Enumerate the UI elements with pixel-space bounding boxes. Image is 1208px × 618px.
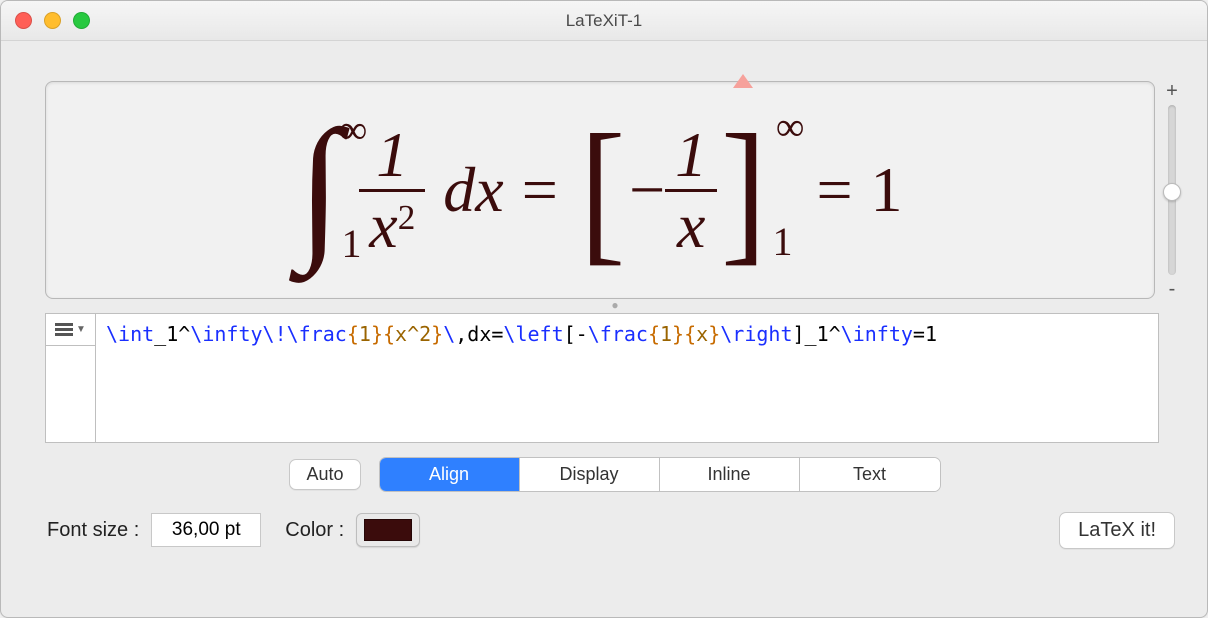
mode-tab-text[interactable]: Text [800, 458, 940, 491]
preview-box[interactable]: ∫ ∞ 1 1 x2 dx = [ − [45, 81, 1155, 299]
zoom-in-button[interactable]: + [1166, 81, 1178, 101]
source-token: \ [443, 322, 455, 346]
baseline-marker-icon [733, 74, 753, 88]
source-token: _1^ [154, 322, 190, 346]
chevron-down-icon: ▼ [76, 324, 86, 335]
app-window: LaTeXiT-1 ∫ ∞ 1 1 x2 [0, 0, 1208, 618]
mode-tab-align[interactable]: Align [380, 458, 520, 491]
window-controls [15, 12, 90, 29]
fraction-2: 1 x [665, 121, 717, 260]
source-token: ]_1^ [792, 322, 840, 346]
editor-gutter: ▼ [46, 314, 96, 442]
source-token: \left [503, 322, 563, 346]
titlebar: LaTeXiT-1 [1, 1, 1207, 41]
bottom-bar: Font size : Color : LaTeX it! [45, 492, 1185, 568]
source-token: =1 [913, 322, 937, 346]
preview-row: ∫ ∞ 1 1 x2 dx = [ − [45, 81, 1185, 299]
source-token: 1 [660, 322, 672, 346]
source-token: 1 [359, 322, 371, 346]
splitter-handle[interactable]: ● [45, 299, 1185, 313]
source-token: ,dx= [455, 322, 503, 346]
source-token: \infty [841, 322, 913, 346]
fraction-1-den: x2 [359, 192, 425, 260]
fraction-2-den: x [667, 192, 715, 260]
integral-lower-limit: 1 [341, 224, 361, 264]
zoom-slider-thumb[interactable] [1163, 183, 1181, 201]
source-token: x^2 [395, 322, 431, 346]
mode-tab-inline[interactable]: Inline [660, 458, 800, 491]
font-size-label: Font size : [47, 519, 139, 542]
fraction-2-num: 1 [665, 121, 717, 189]
source-token: \infty\!\frac [190, 322, 347, 346]
menu-icon [55, 321, 73, 338]
zoom-window-button[interactable] [73, 12, 90, 29]
source-token: } [431, 322, 443, 346]
integral-sign-icon: ∫ [297, 97, 341, 275]
fraction-1: 1 x2 [359, 121, 425, 260]
mode-tab-display[interactable]: Display [520, 458, 660, 491]
color-well[interactable] [356, 513, 420, 547]
source-token: } [708, 322, 720, 346]
left-bracket-icon: [ [580, 126, 625, 254]
source-token: { [347, 322, 359, 346]
source-token: [- [564, 322, 588, 346]
source-token: \int [106, 322, 154, 346]
rendered-equation: ∫ ∞ 1 1 x2 dx = [ − [297, 110, 902, 270]
color-label: Color : [285, 519, 344, 542]
equals-1: = [522, 158, 558, 222]
close-window-button[interactable] [15, 12, 32, 29]
fraction-1-num: 1 [366, 121, 418, 189]
dx: dx [443, 158, 503, 222]
source-textarea[interactable]: \int_1^\infty\!\frac{1}{x^2}\,dx=\left[-… [96, 314, 1158, 442]
source-token: \frac [588, 322, 648, 346]
fraction-1-den-base: x [369, 190, 397, 261]
source-token: x [696, 322, 708, 346]
mode-row: Auto AlignDisplayInlineText [45, 457, 1185, 492]
zoom-slider-track[interactable] [1168, 105, 1176, 275]
right-bracket-icon: ] [721, 126, 766, 254]
window-title: LaTeXiT-1 [1, 11, 1207, 31]
editor-menu-button[interactable]: ▼ [46, 314, 95, 346]
source-token: { [648, 322, 660, 346]
source-token: \right [720, 322, 792, 346]
result-value: 1 [871, 158, 903, 222]
bracket-expression: [ − 1 x ] ∞ 1 [576, 121, 771, 260]
minus-sign: − [629, 158, 665, 222]
source-token: }{ [672, 322, 696, 346]
zoom-out-button[interactable]: - [1169, 279, 1176, 299]
content-area: ∫ ∞ 1 1 x2 dx = [ − [1, 41, 1207, 617]
auto-button[interactable]: Auto [289, 459, 360, 490]
source-token: }{ [371, 322, 395, 346]
fraction-1-den-exp: 2 [398, 198, 416, 237]
integral-upper-limit: ∞ [339, 110, 368, 150]
source-editor: ▼ \int_1^\infty\!\frac{1}{x^2}\,dx=\left… [45, 313, 1159, 443]
bracket-upper-limit: ∞ [776, 107, 805, 147]
minimize-window-button[interactable] [44, 12, 61, 29]
latex-it-button[interactable]: LaTeX it! [1059, 512, 1175, 549]
color-swatch-icon [364, 519, 412, 541]
zoom-slider: + - [1159, 81, 1185, 299]
bracket-lower-limit: 1 [772, 222, 792, 262]
integral-symbol: ∫ ∞ 1 [297, 110, 341, 270]
font-size-input[interactable] [151, 513, 261, 547]
mode-segmented-control: AlignDisplayInlineText [379, 457, 941, 492]
equals-2: = [816, 158, 852, 222]
